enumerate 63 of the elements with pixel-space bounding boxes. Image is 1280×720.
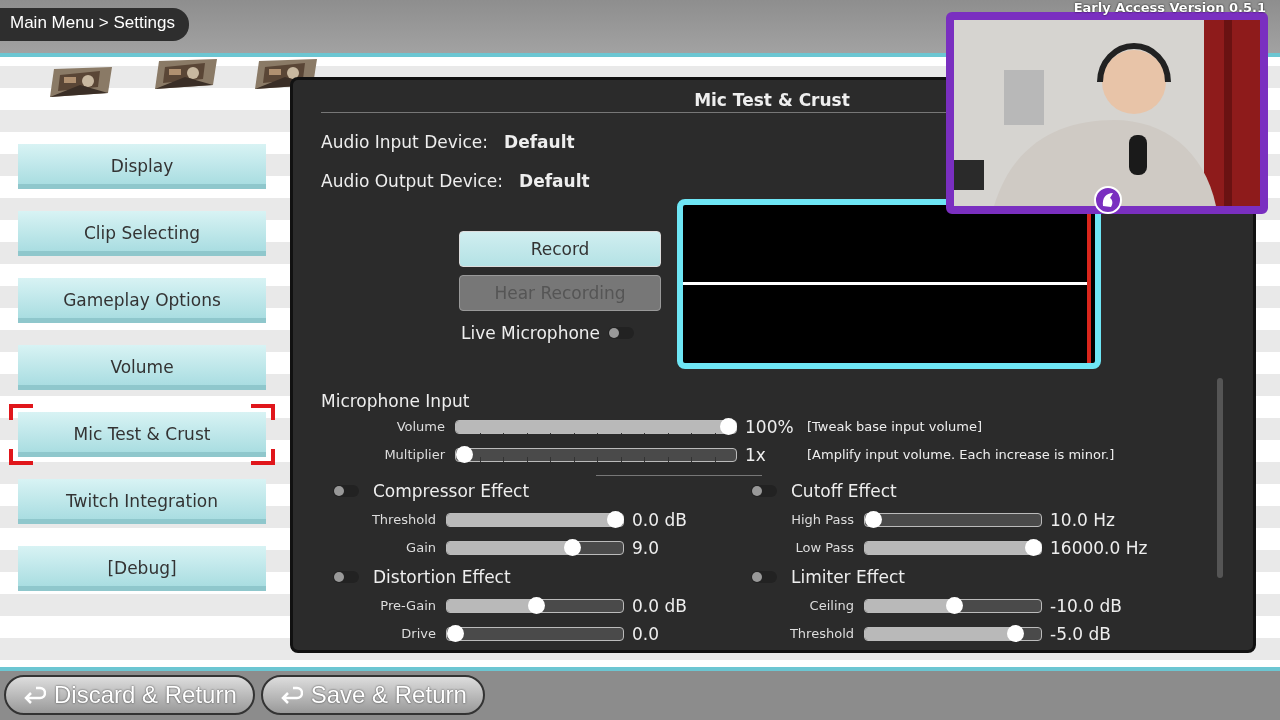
- slider-thumb[interactable]: [946, 596, 963, 614]
- slider-label: Threshold: [370, 512, 437, 528]
- slider-label: Drive: [400, 626, 437, 642]
- toggle-switch[interactable]: [608, 326, 635, 339]
- slider-label: High Pass: [790, 512, 855, 528]
- slider-hint: [Tweak base input volume]: [807, 419, 983, 435]
- device-label: Audio Input Device:: [321, 132, 488, 153]
- slider-thumb[interactable]: [1006, 624, 1024, 642]
- slider-value: 10.0 Hz: [1050, 509, 1115, 530]
- device-dropdown[interactable]: Default: [504, 132, 575, 153]
- slider-track[interactable]: [446, 540, 624, 555]
- slider-label: Ceiling: [808, 598, 855, 614]
- slider-track[interactable]: [446, 626, 624, 641]
- slider-thumb[interactable]: [607, 510, 624, 528]
- slider-value: 0.0 dB: [632, 509, 687, 530]
- slider-label: Threshold: [788, 626, 855, 642]
- slider-thumb[interactable]: [456, 445, 473, 463]
- slider-value: -10.0 dB: [1050, 595, 1122, 616]
- slider-label: Gain: [405, 540, 437, 556]
- device-dropdown[interactable]: Default: [519, 171, 590, 192]
- slider-value: 1x: [745, 444, 767, 465]
- slider-track[interactable]: [446, 598, 624, 613]
- effect-title: Limiter Effect: [791, 566, 905, 587]
- scrollbar[interactable]: [1217, 377, 1223, 578]
- slider-thumb[interactable]: [447, 624, 464, 642]
- slider-label: Volume: [395, 419, 446, 435]
- slider-track[interactable]: [446, 512, 624, 527]
- section-heading: Microphone Input: [321, 390, 471, 413]
- slider-value: 0.0 dB: [632, 595, 687, 616]
- slider-thumb[interactable]: [1025, 538, 1042, 556]
- slider-value: 16000.0 Hz: [1050, 537, 1148, 558]
- slider-label: Low Pass: [794, 540, 855, 556]
- slider-label: Pre-Gain: [379, 598, 437, 614]
- effect-title: Compressor Effect: [373, 480, 530, 501]
- slider-value: -5.0 dB: [1050, 623, 1112, 644]
- toggle-switch[interactable]: [333, 484, 359, 497]
- action-button[interactable]: Record: [459, 230, 661, 267]
- slider-value: 9.0: [632, 537, 660, 558]
- toggle-label: Live Microphone: [461, 322, 601, 343]
- effect-title: Distortion Effect: [373, 566, 511, 587]
- slider-hint: [Amplify input volume. Each increase is minor.]: [807, 447, 1115, 463]
- slider-track[interactable]: [864, 626, 1042, 641]
- slider-thumb[interactable]: [528, 596, 545, 614]
- return-arrow-icon: [22, 685, 46, 706]
- slider-thumb[interactable]: [563, 538, 581, 556]
- device-label: Audio Output Device:: [321, 171, 504, 192]
- slider-thumb[interactable]: [865, 510, 882, 528]
- slider-track[interactable]: [864, 598, 1042, 613]
- slider-track[interactable]: [864, 512, 1042, 527]
- slider-track[interactable]: [455, 419, 737, 434]
- slider-value: 100%: [745, 416, 795, 437]
- slider-track[interactable]: [864, 540, 1042, 555]
- menu-button[interactable]: Mic Test & Crust: [9, 403, 275, 465]
- toggle-switch[interactable]: [751, 484, 777, 497]
- toggle-switch[interactable]: [333, 570, 359, 583]
- slider-track[interactable]: [455, 447, 737, 462]
- slider-value: 0.0: [632, 623, 660, 644]
- breadcrumb: Main Menu > Settings: [0, 8, 189, 41]
- slider-label: Multiplier: [383, 447, 446, 463]
- slider-thumb[interactable]: [720, 417, 737, 435]
- toggle-switch[interactable]: [751, 570, 777, 583]
- version-label: Early Access Version 0.5.1: [1073, 0, 1266, 15]
- effect-title: Cutoff Effect: [791, 480, 897, 501]
